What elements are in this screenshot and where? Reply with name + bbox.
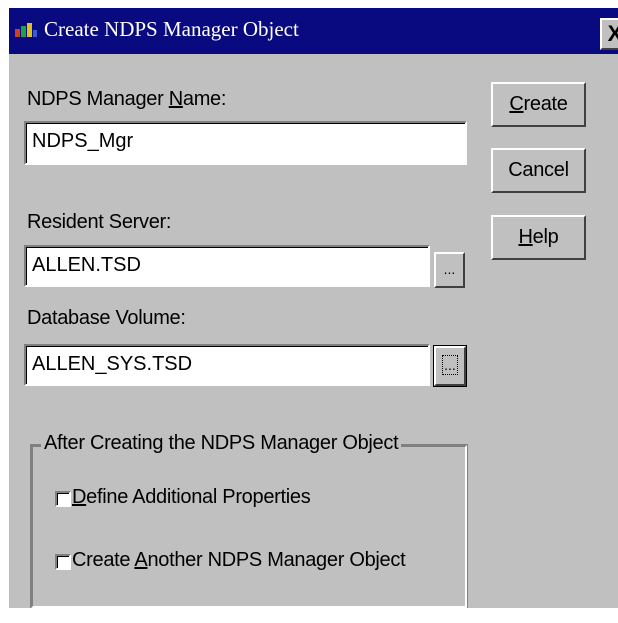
close-icon: X xyxy=(607,21,618,46)
create-another-accesskey: A xyxy=(134,549,148,571)
create-button-label: reate xyxy=(523,93,568,115)
after-creating-groupbox xyxy=(30,444,468,608)
resident-server-input[interactable]: ALLEN.TSD xyxy=(24,245,430,287)
database-volume-browse-button[interactable]: ... xyxy=(434,346,466,386)
create-button[interactable]: Create xyxy=(491,82,586,127)
define-properties-text: efine Additional Properties xyxy=(86,486,311,508)
help-button-label: elp xyxy=(532,226,559,248)
help-button[interactable]: Help xyxy=(491,215,586,260)
window-title: Create NDPS Manager Object xyxy=(44,17,299,41)
database-volume-label: Database Volume: xyxy=(27,307,186,329)
browse-icon: ... xyxy=(442,355,458,375)
ndps-manager-icon xyxy=(15,23,37,37)
cancel-button[interactable]: Cancel xyxy=(491,148,586,193)
define-properties-checkbox[interactable] xyxy=(55,491,71,507)
create-another-text: nother NDPS Manager Object xyxy=(147,549,406,571)
manager-name-input[interactable]: NDPS_Mgr xyxy=(24,121,467,165)
manager-name-label: NDPS Manager Name: xyxy=(27,88,226,111)
browse-icon: ... xyxy=(443,261,456,277)
resident-server-label: Resident Server: xyxy=(27,211,172,233)
define-properties-label[interactable]: Define Additional Properties xyxy=(72,486,311,509)
manager-name-label-pre: NDPS Manager xyxy=(27,88,169,110)
define-properties-accesskey: D xyxy=(72,486,87,508)
create-button-accesskey: C xyxy=(509,93,524,115)
after-creating-caption: After Creating the NDPS Manager Object xyxy=(41,432,402,455)
dialog-window: Create NDPS Manager Object X NDPS Manage… xyxy=(9,8,618,608)
title-bar: Create NDPS Manager Object X xyxy=(9,8,618,54)
close-button[interactable]: X xyxy=(600,18,618,50)
create-another-label[interactable]: Create Another NDPS Manager Object xyxy=(72,549,406,572)
manager-name-label-accesskey: N xyxy=(168,88,183,110)
create-another-checkbox[interactable] xyxy=(55,554,71,570)
create-another-text-pre: Create xyxy=(72,549,135,571)
database-volume-input[interactable]: ALLEN_SYS.TSD xyxy=(24,344,430,386)
help-button-accesskey: H xyxy=(518,226,533,248)
resident-server-browse-button[interactable]: ... xyxy=(434,252,465,288)
manager-name-label-post: ame: xyxy=(182,88,227,110)
